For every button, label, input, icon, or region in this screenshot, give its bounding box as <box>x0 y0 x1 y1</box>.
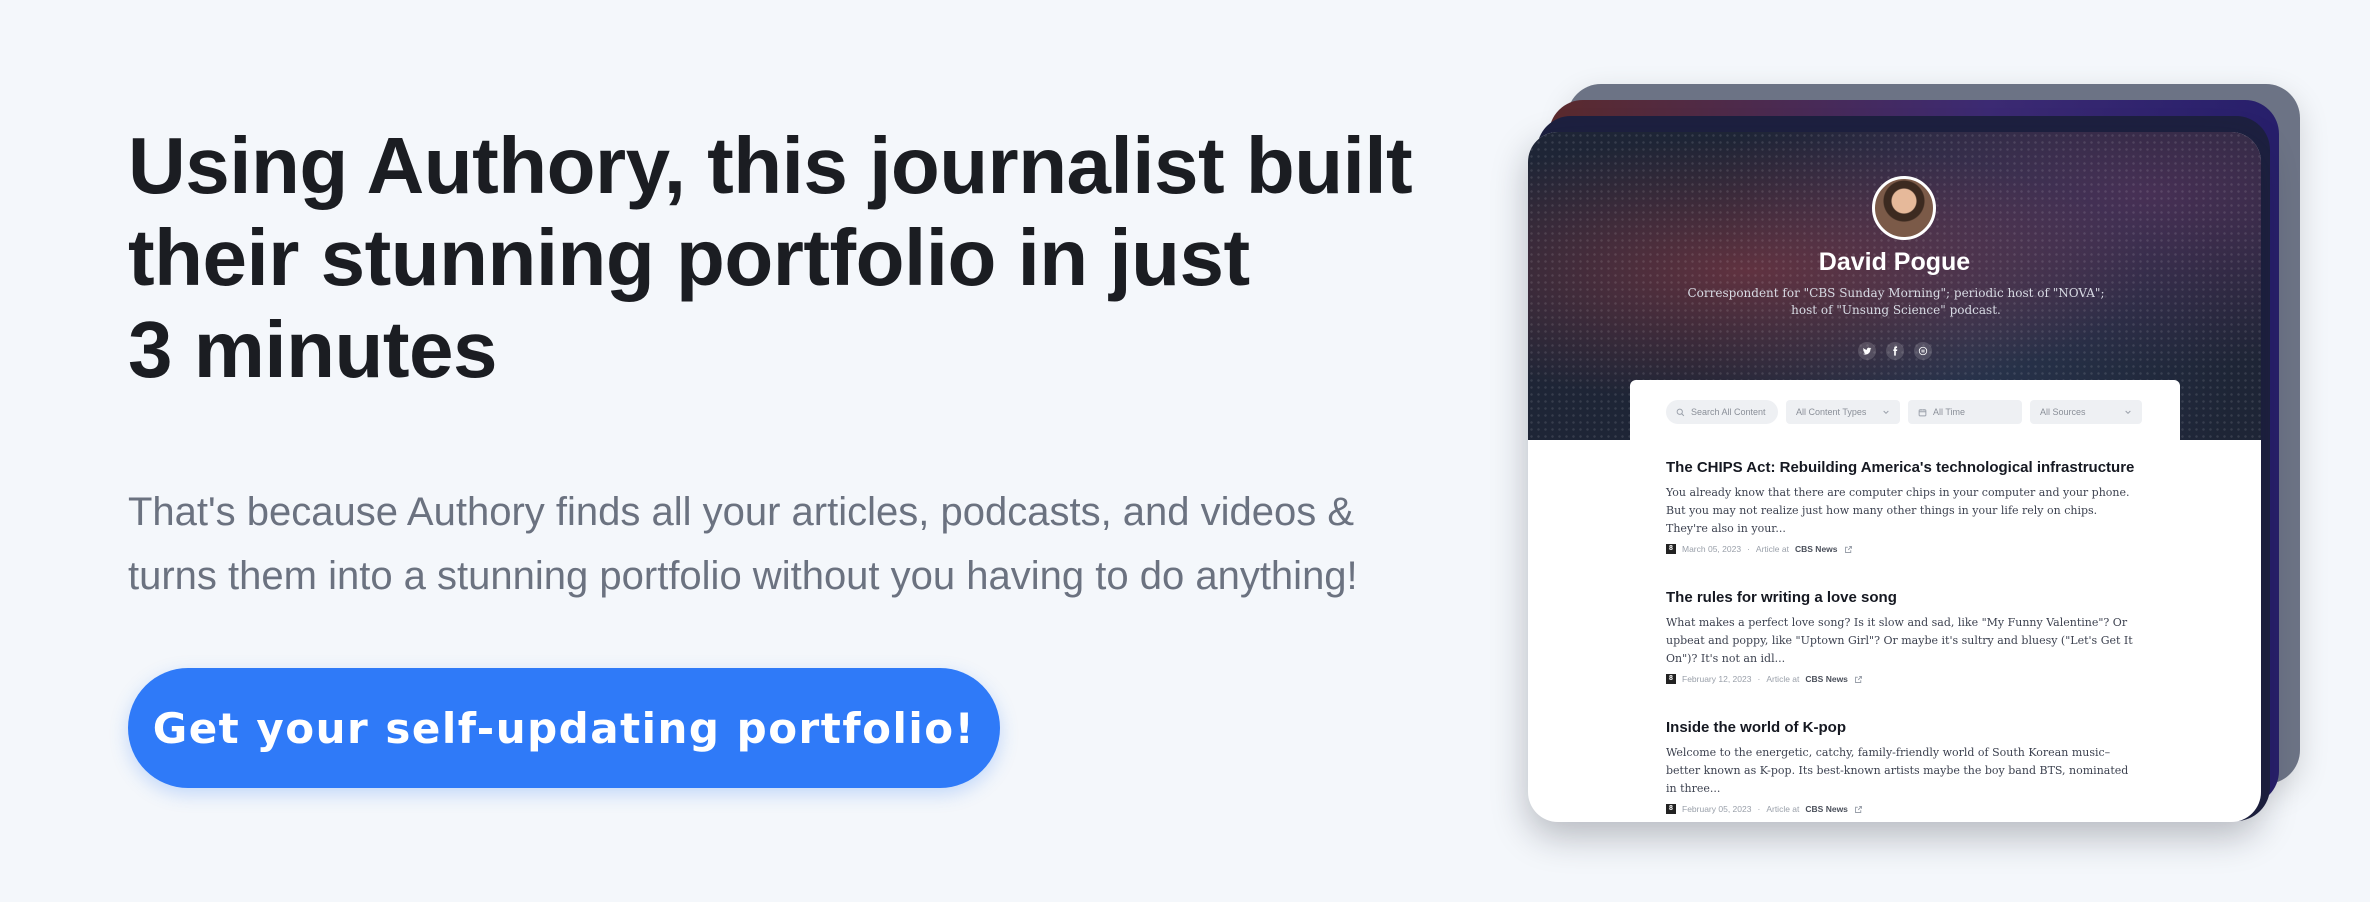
article-meta: 8 February 12, 2023 · Article at CBS New… <box>1666 674 2146 684</box>
facebook-icon[interactable] <box>1885 342 1904 360</box>
article-list: The CHIPS Act: Rebuilding America's tech… <box>1666 458 2146 822</box>
headline-line-3: 3 minutes <box>128 305 497 394</box>
twitter-icon[interactable] <box>1857 342 1876 360</box>
article-date: March 05, 2023 <box>1682 544 1742 554</box>
sources-dropdown[interactable]: All Sources <box>2030 400 2142 424</box>
profile-name: David Pogue <box>1818 248 1971 276</box>
article-source: CBS News <box>1805 674 1848 684</box>
avatar[interactable] <box>1872 176 1936 240</box>
calendar-icon <box>1918 408 1927 416</box>
meta-separator: · <box>1757 804 1761 814</box>
search-input[interactable]: Search All Content <box>1666 400 1778 424</box>
article-excerpt: You already know that there are computer… <box>1666 486 2130 535</box>
get-portfolio-button[interactable]: Get your self-updating portfolio! <box>128 668 1000 788</box>
search-placeholder: Search All Content <box>1691 407 1766 417</box>
article-date: February 05, 2023 <box>1682 804 1752 814</box>
article-title[interactable]: The rules for writing a love song <box>1666 588 2146 608</box>
hero-text: Using Authory, this journalist built the… <box>128 120 1488 608</box>
article-type: Article at <box>1766 674 1800 684</box>
external-link-icon[interactable] <box>1854 805 1863 814</box>
content-types-dropdown[interactable]: All Content Types <box>1786 400 1900 424</box>
source-logo-icon: 8 <box>1666 544 1676 554</box>
social-links <box>1528 342 2261 360</box>
article-item[interactable]: Inside the world of K-pop Welcome to the… <box>1666 718 2146 822</box>
article-title[interactable]: Inside the world of K-pop <box>1666 718 2146 738</box>
profile-bio: Correspondent for "CBS Sunday Morning"; … <box>1687 286 2105 317</box>
subtext: That's because Authory finds all your ar… <box>128 480 1488 608</box>
subtext-line-2: turns them into a stunning portfolio wit… <box>128 554 1358 598</box>
article-excerpt: Welcome to the energetic, catchy, family… <box>1666 746 2129 795</box>
article-type: Article at <box>1766 804 1800 814</box>
filter-bar: Search All Content All Content Types All… <box>1666 400 2142 424</box>
article-title[interactable]: The CHIPS Act: Rebuilding America's tech… <box>1666 458 2146 478</box>
content-types-label: All Content Types <box>1796 407 1867 417</box>
article-meta: 8 February 05, 2023 · Article at CBS New… <box>1666 804 2146 814</box>
headline-line-1: Using Authory, this journalist built <box>128 121 1413 210</box>
chevron-down-icon <box>1883 410 1889 415</box>
article-source: CBS News <box>1805 804 1848 814</box>
article-meta: 8 March 05, 2023 · Article at CBS News <box>1666 544 2146 554</box>
article-item[interactable]: The rules for writing a love song What m… <box>1666 588 2146 718</box>
article-type: Article at <box>1755 544 1789 554</box>
headline-line-2: their stunning portfolio in just <box>128 213 1250 302</box>
external-link-icon[interactable] <box>1844 545 1853 554</box>
article-date: February 12, 2023 <box>1682 674 1752 684</box>
podcast-icon[interactable] <box>1913 342 1932 360</box>
time-dropdown[interactable]: All Time <box>1908 400 2022 424</box>
search-icon <box>1676 408 1685 416</box>
headline: Using Authory, this journalist built the… <box>128 120 1488 396</box>
sources-label: All Sources <box>2040 407 2086 417</box>
external-link-icon[interactable] <box>1854 675 1863 684</box>
article-source: CBS News <box>1795 544 1838 554</box>
chevron-down-icon <box>2125 410 2131 415</box>
time-label: All Time <box>1933 407 1966 417</box>
article-item[interactable]: The CHIPS Act: Rebuilding America's tech… <box>1666 458 2146 588</box>
portfolio-preview-stack: David Pogue Correspondent for "CBS Sunda… <box>1525 80 2305 840</box>
subtext-line-1: That's because Authory finds all your ar… <box>128 490 1355 534</box>
meta-separator: · <box>1747 544 1750 554</box>
content-panel: Search All Content All Content Types All… <box>1630 380 2180 822</box>
source-logo-icon: 8 <box>1666 804 1676 814</box>
portfolio-card: David Pogue Correspondent for "CBS Sunda… <box>1528 132 2261 822</box>
source-logo-icon: 8 <box>1666 674 1676 684</box>
article-excerpt: What makes a perfect love song? Is it sl… <box>1666 616 2133 665</box>
meta-separator: · <box>1757 674 1761 684</box>
